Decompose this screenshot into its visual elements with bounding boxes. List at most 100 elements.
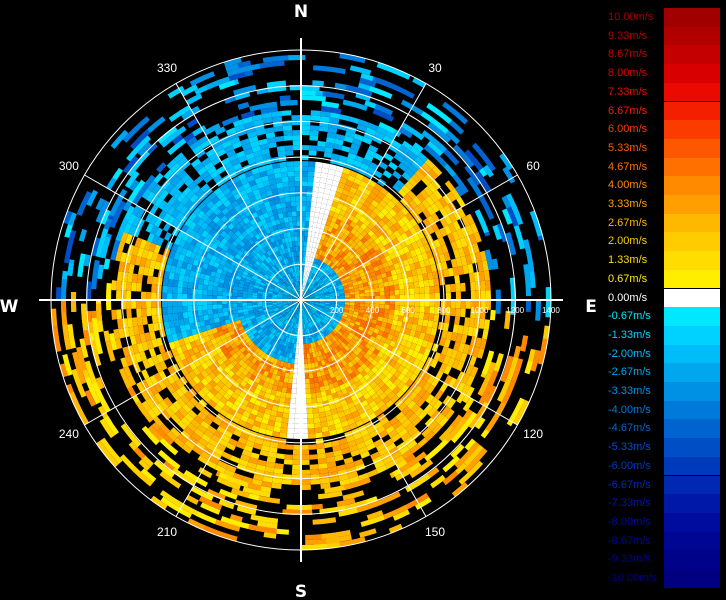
velocity-cell xyxy=(172,286,178,294)
velocity-cell xyxy=(287,216,293,222)
legend-swatch xyxy=(664,475,720,495)
velocity-cell xyxy=(279,95,291,102)
velocity-cell xyxy=(126,281,132,292)
range-label: 400 xyxy=(366,306,380,315)
velocity-cell xyxy=(282,181,290,188)
velocity-cell xyxy=(307,181,314,187)
velocity-cell xyxy=(177,287,183,294)
velocity-cell xyxy=(287,383,293,389)
velocity-cell xyxy=(294,358,298,364)
velocity-cell xyxy=(455,291,462,300)
velocity-cell xyxy=(198,315,205,322)
velocity-cell xyxy=(232,303,238,308)
velocity-cell xyxy=(156,162,167,173)
velocity-cell xyxy=(285,150,294,156)
velocity-cell xyxy=(293,161,301,167)
velocity-cell xyxy=(308,373,314,379)
velocity-cell xyxy=(279,396,286,403)
legend-swatch xyxy=(664,419,720,439)
velocity-cell xyxy=(384,286,390,292)
velocity-cell xyxy=(388,523,403,534)
velocity-cell xyxy=(311,397,318,404)
velocity-cell xyxy=(207,285,214,291)
legend-entry: 7.33m/s xyxy=(604,82,726,102)
legend-label: -3.33m/s xyxy=(608,385,651,397)
legend-entry: -6.00m/s xyxy=(604,456,726,476)
velocity-cell xyxy=(409,288,415,295)
velocity-cell xyxy=(167,306,173,314)
velocity-cell xyxy=(287,166,295,172)
legend-entry: -7.33m/s xyxy=(604,494,726,513)
velocity-cell xyxy=(202,284,209,291)
legend-entry: 0.67m/s xyxy=(604,269,726,289)
legend-label: 0.00m/s xyxy=(608,291,648,304)
velocity-cell xyxy=(286,206,292,213)
velocity-cell xyxy=(217,308,223,314)
velocity-cell xyxy=(277,150,286,157)
velocity-cell xyxy=(393,284,400,291)
velocity-cell xyxy=(207,304,213,310)
velocity-cell xyxy=(162,300,168,308)
velocity-cell xyxy=(287,171,295,177)
velocity-cell xyxy=(307,418,314,424)
legend-label: 6.00m/s xyxy=(608,123,648,136)
legend-label: -0.67m/s xyxy=(608,310,651,323)
velocity-cell xyxy=(301,454,310,461)
velocity-cell xyxy=(136,274,143,284)
velocity-cell xyxy=(312,407,319,414)
velocity-cell xyxy=(111,280,117,291)
legend-entry: -10.00m/s xyxy=(604,569,726,588)
velocity-cell xyxy=(195,511,217,525)
velocity-cell xyxy=(309,211,315,217)
velocity-cell xyxy=(303,353,308,359)
velocity-cell xyxy=(301,129,310,136)
velocity-cell xyxy=(282,125,293,131)
velocity-cell xyxy=(305,393,312,399)
velocity-cell xyxy=(281,110,292,116)
velocity-cell xyxy=(310,392,317,399)
velocity-cell xyxy=(307,176,314,182)
velocity-cell xyxy=(212,308,218,314)
azimuth-label: 30 xyxy=(428,61,442,75)
velocity-cell xyxy=(131,282,137,292)
range-label: 800 xyxy=(437,306,451,315)
velocity-cell xyxy=(162,307,168,315)
velocity-cell xyxy=(81,303,88,323)
velocity-cell xyxy=(495,289,501,314)
velocity-cell xyxy=(284,196,291,203)
velocity-cell xyxy=(310,206,316,213)
velocity-cell xyxy=(67,263,74,276)
velocity-cell xyxy=(141,308,147,317)
velocity-cell xyxy=(301,444,309,451)
velocity-cell xyxy=(208,280,214,287)
velocity-cell xyxy=(316,145,326,152)
velocity-cell xyxy=(295,348,299,354)
velocity-cell xyxy=(280,100,298,107)
legend-swatch xyxy=(664,400,720,420)
legend-swatch xyxy=(664,195,720,214)
velocity-cell xyxy=(247,294,253,298)
velocity-cell xyxy=(294,353,299,359)
velocity-cell xyxy=(276,453,285,460)
velocity-cell xyxy=(287,428,295,434)
velocity-cell xyxy=(475,290,482,300)
velocity-cell xyxy=(222,291,228,297)
velocity-cell xyxy=(434,292,440,300)
velocity-cell xyxy=(293,231,298,237)
velocity-cell xyxy=(414,287,420,294)
velocity-cell xyxy=(288,221,294,227)
legend-entry: 4.00m/s xyxy=(604,176,726,195)
velocity-cell xyxy=(281,387,288,393)
velocity-cell xyxy=(451,482,469,497)
velocity-cell xyxy=(232,292,238,297)
legend-label: 2.00m/s xyxy=(608,235,648,248)
velocity-cell xyxy=(408,282,415,289)
velocity-cell xyxy=(140,300,147,309)
legend-swatch xyxy=(664,456,720,476)
velocity-cell xyxy=(384,304,390,310)
velocity-cell xyxy=(450,307,456,317)
legend-swatch xyxy=(664,45,720,65)
azimuth-label: 300 xyxy=(59,159,79,173)
velocity-cell xyxy=(307,171,315,177)
velocity-cell xyxy=(316,443,325,450)
